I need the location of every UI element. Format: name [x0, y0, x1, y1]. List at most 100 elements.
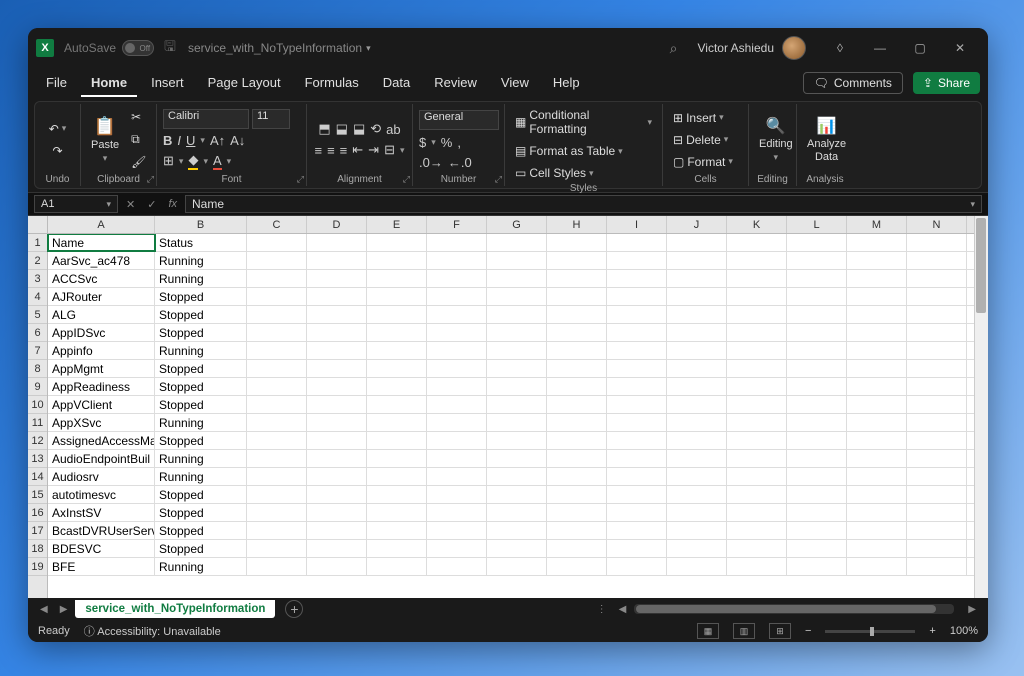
- cell[interactable]: [787, 450, 847, 467]
- increase-indent-button[interactable]: ⇥: [368, 142, 379, 158]
- tab-insert[interactable]: Insert: [141, 70, 194, 97]
- cell[interactable]: [727, 486, 787, 503]
- cell[interactable]: Stopped: [155, 288, 247, 305]
- cell[interactable]: AarSvc_ac478: [48, 252, 155, 269]
- cell[interactable]: Stopped: [155, 378, 247, 395]
- cell[interactable]: [247, 450, 307, 467]
- cell[interactable]: [727, 306, 787, 323]
- conditional-formatting-button[interactable]: ▦ Conditional Formatting ▾: [511, 106, 656, 138]
- cell[interactable]: [427, 522, 487, 539]
- cell[interactable]: [907, 270, 967, 287]
- cell[interactable]: [727, 360, 787, 377]
- cell[interactable]: [547, 468, 607, 485]
- tab-options-icon[interactable]: ⋮: [593, 604, 611, 615]
- cell[interactable]: [727, 504, 787, 521]
- cell[interactable]: [667, 522, 727, 539]
- cell[interactable]: [907, 450, 967, 467]
- cell[interactable]: [307, 360, 367, 377]
- cell[interactable]: [367, 252, 427, 269]
- currency-button[interactable]: $: [419, 135, 426, 150]
- cell[interactable]: [547, 504, 607, 521]
- cell[interactable]: [547, 432, 607, 449]
- cell[interactable]: [727, 378, 787, 395]
- row-header[interactable]: 17: [28, 522, 47, 540]
- cell[interactable]: [547, 522, 607, 539]
- cell[interactable]: [247, 558, 307, 575]
- cell[interactable]: [427, 306, 487, 323]
- column-header[interactable]: K: [727, 216, 787, 233]
- cell[interactable]: [487, 378, 547, 395]
- cut-button[interactable]: ✂: [127, 108, 150, 126]
- decrease-decimal-button[interactable]: ←.0: [448, 155, 472, 170]
- cell[interactable]: [787, 396, 847, 413]
- cell[interactable]: AudioEndpointBuil: [48, 450, 155, 467]
- cell[interactable]: [667, 486, 727, 503]
- format-painter-button[interactable]: 🖌: [127, 153, 150, 171]
- accessibility-status[interactable]: ⓘ Accessibility: Unavailable: [84, 623, 221, 639]
- cell[interactable]: [787, 306, 847, 323]
- cell[interactable]: [247, 288, 307, 305]
- cell[interactable]: BFE: [48, 558, 155, 575]
- cell[interactable]: Stopped: [155, 504, 247, 521]
- cell[interactable]: [907, 540, 967, 557]
- cell[interactable]: [667, 378, 727, 395]
- cell[interactable]: [667, 306, 727, 323]
- cell[interactable]: Stopped: [155, 360, 247, 377]
- column-header[interactable]: B: [155, 216, 247, 233]
- comments-button[interactable]: 🗨 Comments: [803, 72, 903, 94]
- cell[interactable]: [487, 396, 547, 413]
- cell[interactable]: Stopped: [155, 306, 247, 323]
- cell[interactable]: [487, 522, 547, 539]
- cell[interactable]: [787, 270, 847, 287]
- cell[interactable]: autotimesvc: [48, 486, 155, 503]
- cell[interactable]: [487, 324, 547, 341]
- cell[interactable]: [787, 432, 847, 449]
- cell[interactable]: [487, 414, 547, 431]
- cell[interactable]: [787, 324, 847, 341]
- cell[interactable]: [427, 540, 487, 557]
- cell[interactable]: [907, 504, 967, 521]
- cell[interactable]: [307, 306, 367, 323]
- format-cells-button[interactable]: ▢ Format ▾: [669, 153, 737, 171]
- tab-page-layout[interactable]: Page Layout: [198, 70, 291, 97]
- tab-file[interactable]: File: [36, 70, 77, 97]
- cell[interactable]: [787, 468, 847, 485]
- cell[interactable]: [367, 234, 427, 251]
- cell[interactable]: [787, 252, 847, 269]
- column-header[interactable]: M: [847, 216, 907, 233]
- tab-review[interactable]: Review: [424, 70, 487, 97]
- tab-view[interactable]: View: [491, 70, 539, 97]
- cell[interactable]: [727, 414, 787, 431]
- bold-button[interactable]: B: [163, 133, 172, 148]
- cell[interactable]: [427, 324, 487, 341]
- cell[interactable]: [427, 234, 487, 251]
- cell[interactable]: [247, 360, 307, 377]
- cell[interactable]: [667, 360, 727, 377]
- cell[interactable]: [307, 432, 367, 449]
- column-header[interactable]: L: [787, 216, 847, 233]
- dialog-launcher-icon[interactable]: ⤢: [495, 174, 502, 185]
- row-header[interactable]: 11: [28, 414, 47, 432]
- cell[interactable]: Running: [155, 342, 247, 359]
- cell[interactable]: [547, 324, 607, 341]
- cell[interactable]: [607, 396, 667, 413]
- cell[interactable]: [727, 540, 787, 557]
- toggle-switch[interactable]: Off: [122, 40, 154, 56]
- page-layout-view-button[interactable]: ▥: [733, 623, 755, 639]
- cell[interactable]: Stopped: [155, 432, 247, 449]
- cell[interactable]: [847, 270, 907, 287]
- cell[interactable]: [787, 558, 847, 575]
- column-header[interactable]: G: [487, 216, 547, 233]
- close-icon[interactable]: ✕: [940, 33, 980, 63]
- row-header[interactable]: 4: [28, 288, 47, 306]
- column-header[interactable]: H: [547, 216, 607, 233]
- orientation-button[interactable]: ⟲: [370, 121, 381, 137]
- cell[interactable]: [667, 288, 727, 305]
- cell[interactable]: [307, 450, 367, 467]
- cell[interactable]: [907, 468, 967, 485]
- cell[interactable]: [907, 396, 967, 413]
- cell[interactable]: [247, 486, 307, 503]
- cell[interactable]: [487, 270, 547, 287]
- decrease-font-button[interactable]: A↓: [230, 133, 245, 148]
- delete-cells-button[interactable]: ⊟ Delete ▾: [669, 131, 732, 149]
